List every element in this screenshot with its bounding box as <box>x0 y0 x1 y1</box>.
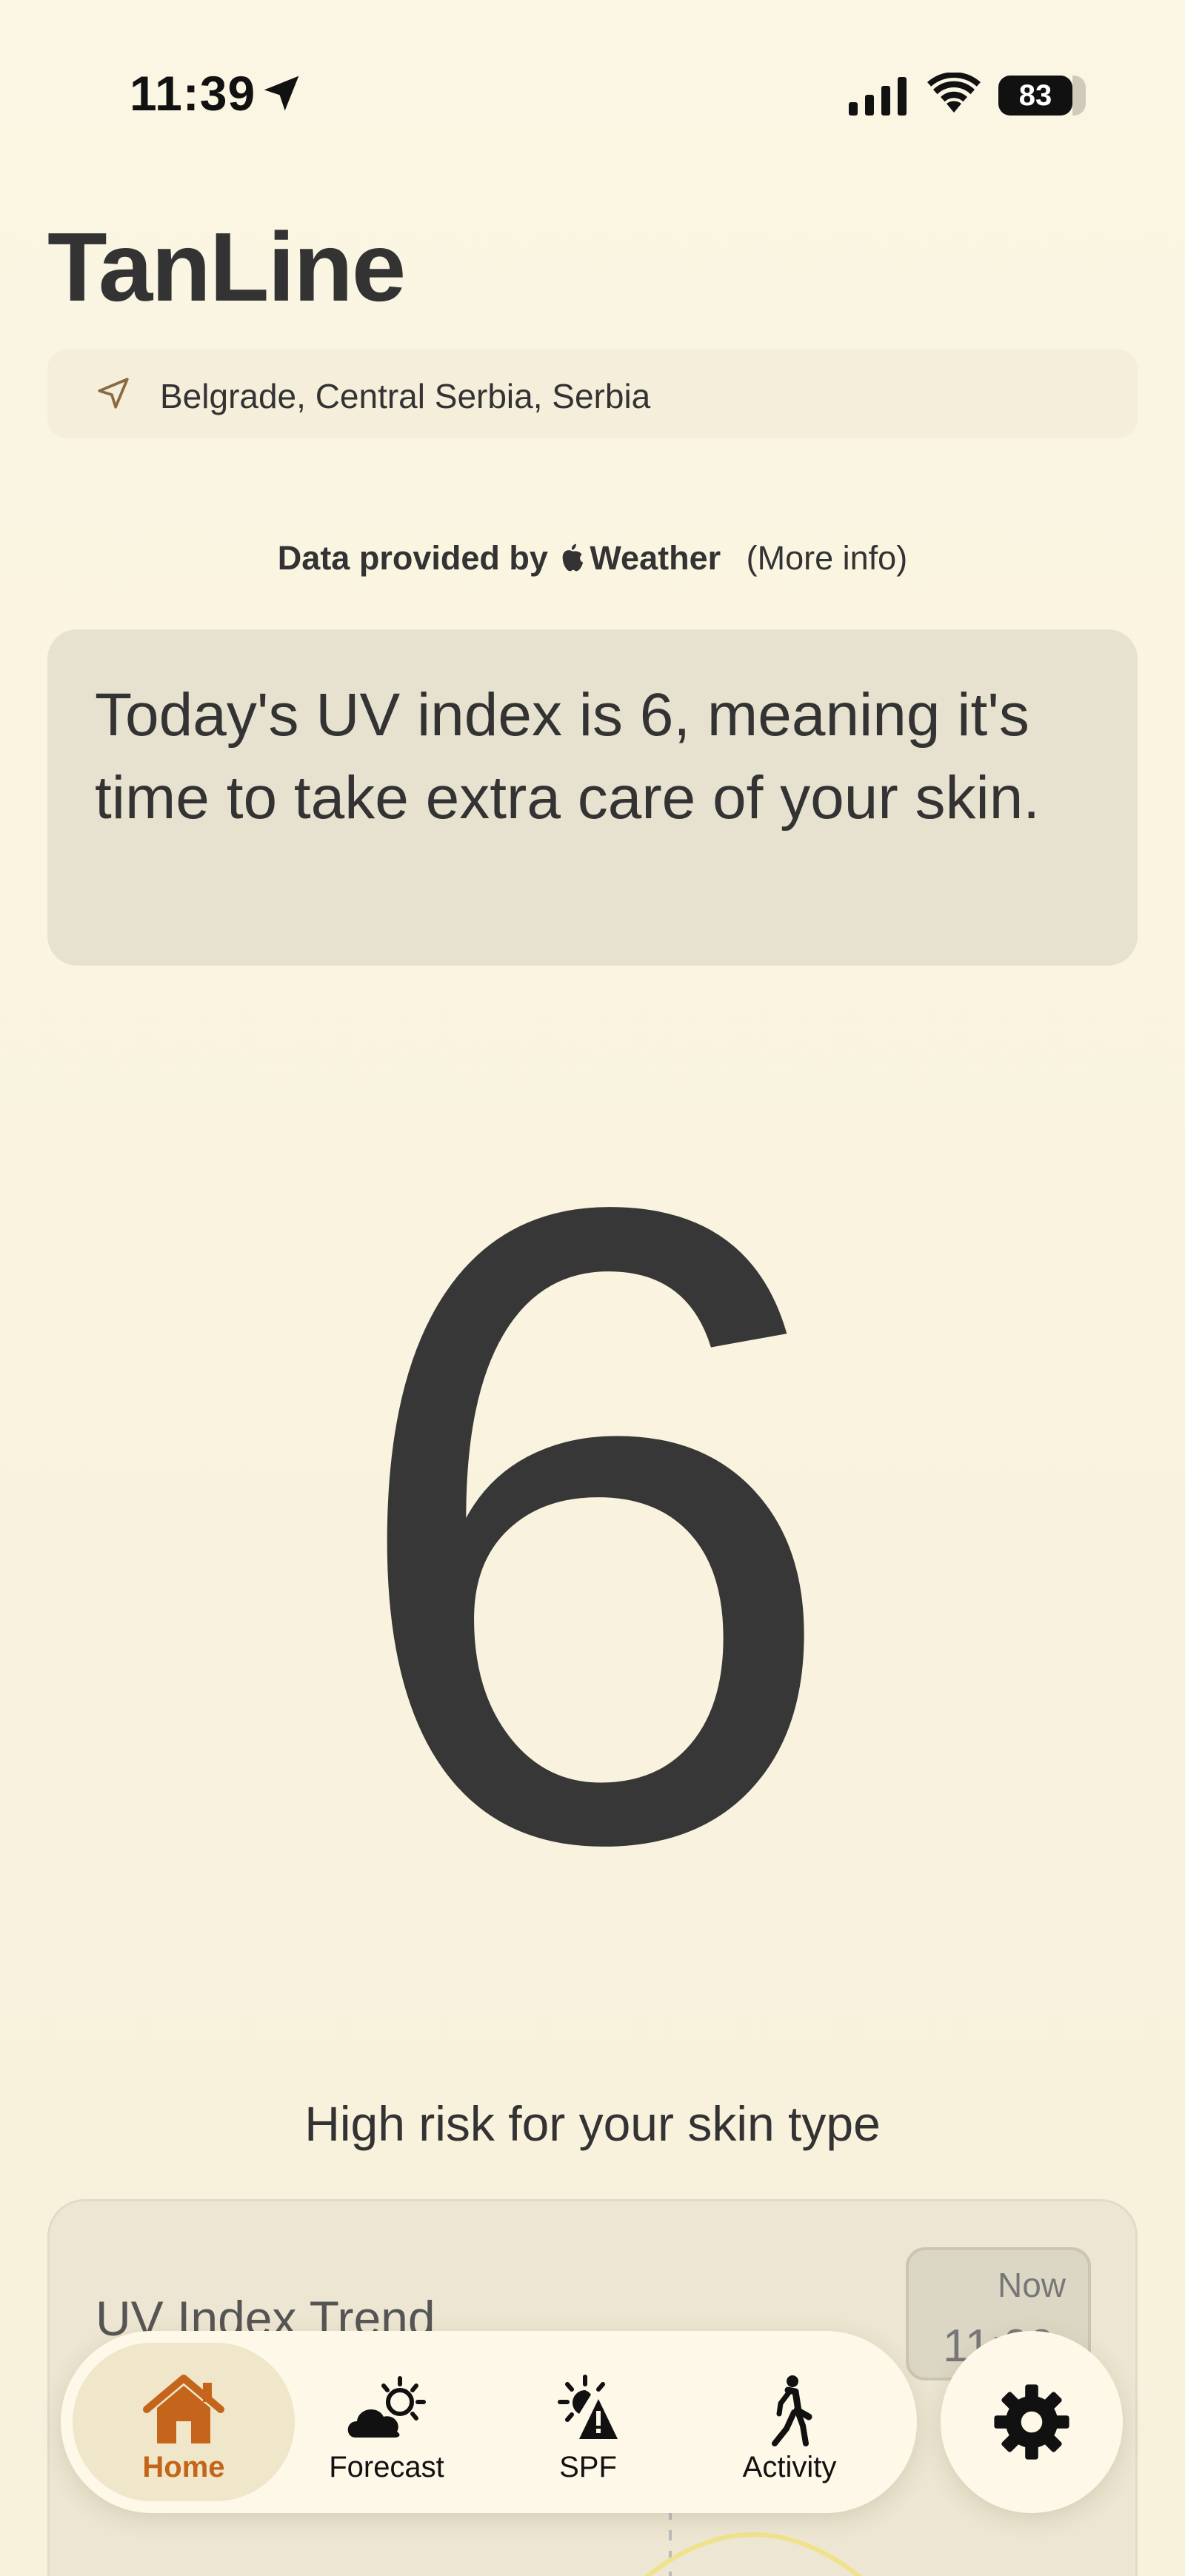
cloud-sun-icon <box>347 2376 426 2438</box>
app-title: TanLine <box>47 213 406 321</box>
gear-icon <box>994 2384 1069 2460</box>
uv-index-value: 6 <box>341 1020 844 2030</box>
attribution-provider: Weather <box>590 539 721 577</box>
attribution-prefix: Data provided by <box>277 539 548 577</box>
app-screen: 11:39 83 TanLine Belgrade, Central Serbi… <box>0 0 1185 2576</box>
location-bar[interactable]: Belgrade, Central Serbia, Serbia <box>47 349 1138 438</box>
tab-activity[interactable]: Activity <box>678 2343 901 2501</box>
tab-label: Forecast <box>329 2451 444 2483</box>
walking-figure-icon <box>772 2375 812 2446</box>
more-info-link[interactable]: (More info) <box>747 539 908 577</box>
apple-logo-icon <box>563 543 584 572</box>
location-arrow-icon <box>264 76 299 111</box>
risk-level-text: High risk for your skin type <box>304 2096 881 2151</box>
location-icon <box>98 378 129 409</box>
tab-forecast[interactable]: Forecast <box>276 2343 498 2501</box>
uv-message: Today's UV index is 6, meaning it's time… <box>95 681 1041 832</box>
wifi-icon <box>927 73 981 113</box>
uv-trend-curve <box>644 2532 863 2576</box>
battery-level: 83 <box>998 76 1086 116</box>
tab-label: SPF <box>559 2451 617 2483</box>
tab-label: Home <box>142 2451 225 2483</box>
location-text: Belgrade, Central Serbia, Serbia <box>160 377 651 415</box>
house-icon <box>143 2375 224 2443</box>
uv-message-card: Today's UV index is 6, meaning it's time… <box>47 629 1138 966</box>
battery-indicator: 83 <box>998 76 1086 116</box>
settings-button[interactable] <box>941 2331 1123 2513</box>
status-time: 11:39 <box>130 66 256 121</box>
tab-label: Activity <box>742 2451 837 2483</box>
data-attribution: Data provided by Weather (More info) <box>0 539 1185 578</box>
signal-icon <box>849 77 907 116</box>
tab-bar: Home Forecast SPF Activity <box>61 2331 917 2513</box>
status-bar: 11:39 83 <box>0 0 1185 126</box>
sun-warning-icon <box>558 2375 618 2439</box>
tab-spf[interactable]: SPF <box>477 2343 699 2501</box>
tab-home[interactable]: Home <box>73 2343 295 2501</box>
now-label: Now <box>997 2266 1066 2304</box>
